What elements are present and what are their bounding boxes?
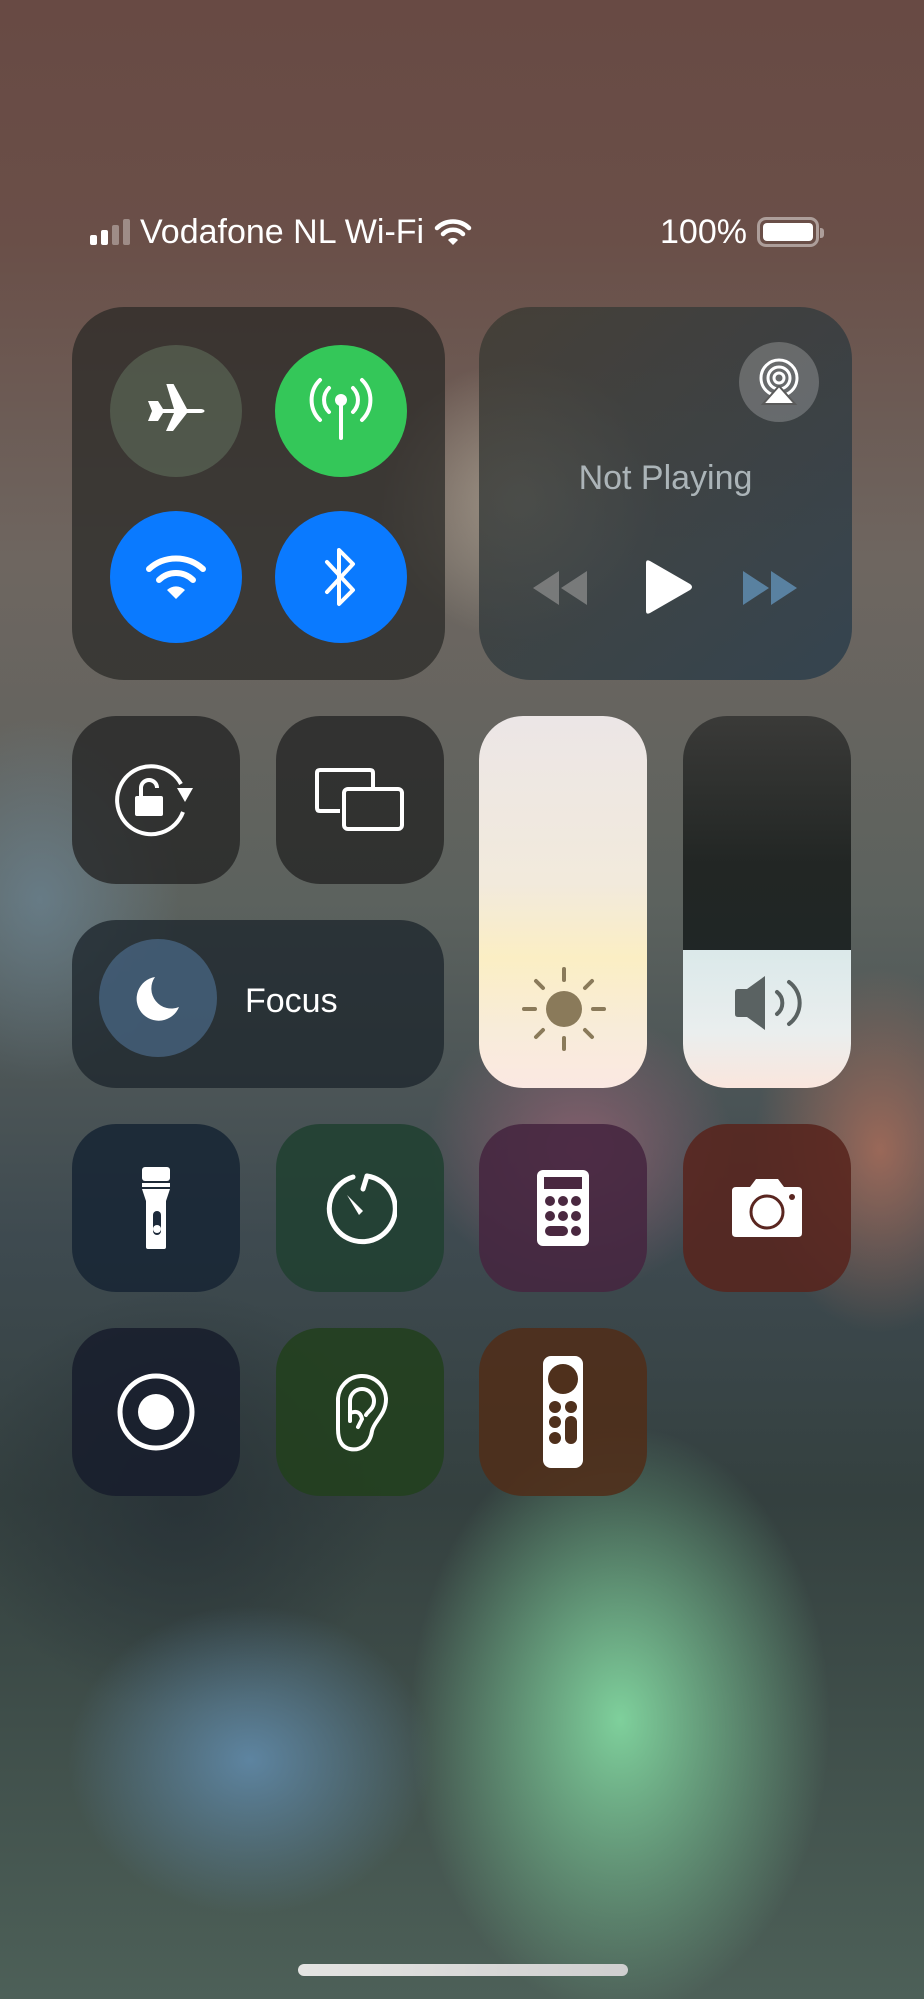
bluetooth-toggle-button[interactable]	[275, 511, 407, 643]
status-bar-left: Vodafone NL Wi-Fi	[90, 210, 472, 254]
cellular-signal-icon	[90, 219, 130, 245]
timer-button[interactable]	[276, 1124, 444, 1292]
fast-forward-icon	[741, 567, 801, 609]
volume-slider[interactable]	[683, 716, 851, 1088]
connectivity-panel[interactable]	[72, 307, 445, 680]
fast-forward-button[interactable]	[741, 567, 801, 609]
record-icon	[116, 1372, 196, 1452]
flashlight-icon	[136, 1165, 176, 1251]
cellular-data-button[interactable]	[275, 345, 407, 477]
screen-mirroring-icon	[314, 767, 406, 833]
calculator-icon	[535, 1168, 591, 1248]
rewind-icon	[529, 567, 589, 609]
battery-icon	[756, 217, 824, 247]
wifi-icon	[145, 553, 207, 601]
camera-icon	[728, 1177, 806, 1239]
sun-icon	[521, 966, 607, 1052]
airplane-icon	[146, 384, 206, 438]
focus-button[interactable]: Focus	[72, 920, 444, 1088]
airplane-mode-button[interactable]	[110, 345, 242, 477]
rotation-lock-icon	[111, 760, 201, 840]
home-indicator[interactable]	[298, 1964, 628, 1976]
focus-label: Focus	[245, 982, 338, 1020]
carrier-name: Vodafone NL Wi-Fi	[140, 212, 425, 251]
orientation-lock-button[interactable]	[72, 716, 240, 884]
now-playing-title: Not Playing	[578, 459, 753, 497]
status-bar-right: 100%	[660, 210, 824, 254]
flashlight-button[interactable]	[72, 1124, 240, 1292]
brightness-slider[interactable]	[479, 716, 647, 1088]
now-playing-panel: Not Playing	[479, 307, 852, 680]
play-icon	[642, 559, 694, 615]
screen-mirroring-button[interactable]	[276, 716, 444, 884]
bluetooth-icon	[321, 546, 361, 608]
hearing-button[interactable]	[276, 1328, 444, 1496]
rewind-button[interactable]	[529, 567, 589, 609]
battery-percentage: 100%	[660, 212, 747, 251]
focus-icon-circle	[99, 939, 217, 1057]
wifi-icon	[434, 217, 472, 247]
camera-button[interactable]	[683, 1124, 851, 1292]
timer-icon	[323, 1171, 397, 1245]
airplay-button[interactable]	[739, 342, 819, 422]
speaker-icon	[733, 976, 807, 1030]
calculator-button[interactable]	[479, 1124, 647, 1292]
screen-recording-button[interactable]	[72, 1328, 240, 1496]
wifi-toggle-button[interactable]	[110, 511, 242, 643]
antenna-icon	[306, 376, 376, 446]
airplay-audio-icon	[755, 358, 803, 406]
tv-remote-icon	[542, 1355, 584, 1469]
battery-fill	[762, 223, 813, 241]
moon-icon	[133, 973, 183, 1023]
ear-icon	[330, 1371, 390, 1453]
apple-tv-remote-button[interactable]	[479, 1328, 647, 1496]
play-button[interactable]	[642, 559, 694, 615]
